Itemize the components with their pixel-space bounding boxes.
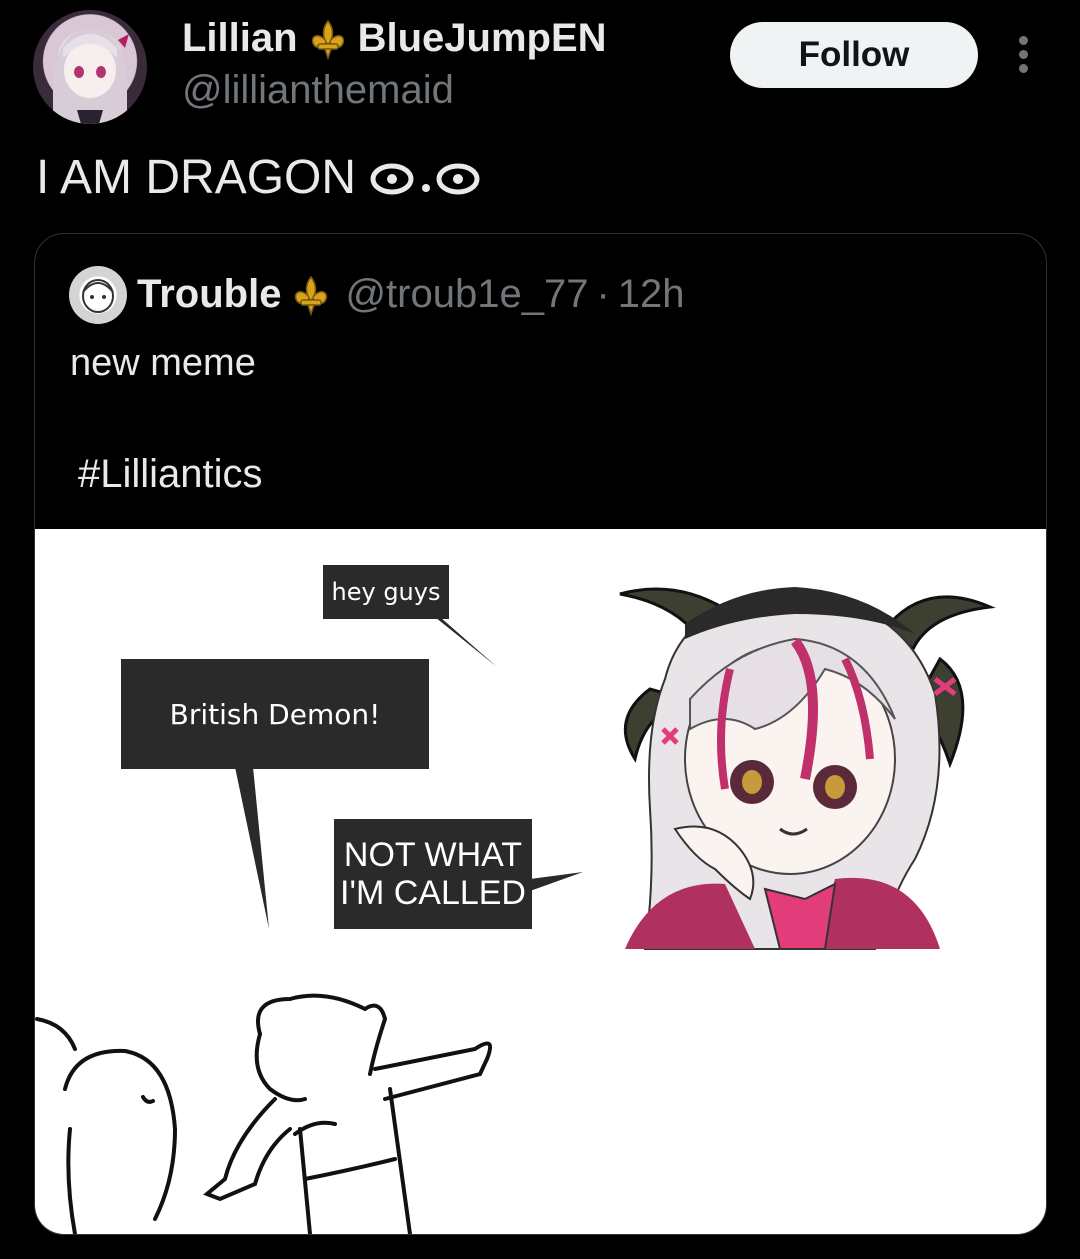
- quoted-tweet[interactable]: Trouble @troub1e_77 · 12h new meme #Lill…: [34, 233, 1047, 1235]
- author-handle[interactable]: @lillianthemaid: [182, 68, 454, 113]
- eyes-emoji-icon: [370, 163, 480, 194]
- tweet-body: I AM DRAGON: [36, 151, 357, 204]
- fleur-de-lis-icon: [289, 273, 333, 317]
- meme-image[interactable]: hey guys British Demon! NOT WHAT I'M CAL…: [35, 529, 1046, 1234]
- quote-author-handle[interactable]: @troub1e_77: [345, 272, 588, 317]
- more-vertical-icon[interactable]: [1008, 36, 1038, 78]
- follow-button[interactable]: Follow: [730, 22, 978, 88]
- author-name-suffix: BlueJumpEN: [357, 16, 607, 60]
- meme-drawing: [35, 587, 996, 1234]
- author-avatar[interactable]: [33, 10, 147, 124]
- tweet-text: I AM DRAGON: [36, 150, 482, 205]
- quote-hashtag[interactable]: #Lilliantics: [78, 452, 263, 497]
- quote-author-name[interactable]: Trouble: [137, 272, 281, 317]
- fleur-de-lis-icon: [306, 17, 350, 61]
- quote-author-avatar[interactable]: [69, 266, 127, 324]
- meme-bubble-line-2: I'M CALLED: [340, 874, 526, 912]
- meme-bubble-hey-guys: hey guys: [323, 565, 449, 619]
- author-display-name[interactable]: Lillian BlueJumpEN: [182, 16, 607, 61]
- avatar-illustration: [53, 28, 129, 124]
- quote-header: Trouble @troub1e_77 · 12h: [137, 272, 685, 317]
- quote-text: new meme: [70, 342, 256, 384]
- quote-separator: ·: [596, 272, 610, 316]
- meme-bubble-line-1: NOT WHAT: [343, 836, 523, 874]
- quote-timestamp[interactable]: 12h: [618, 272, 685, 317]
- meme-bubble-british-demon: British Demon!: [121, 659, 429, 769]
- author-name-text: Lillian: [182, 16, 298, 60]
- meme-bubble-not-what-im-called: NOT WHAT I'M CALLED: [334, 819, 532, 929]
